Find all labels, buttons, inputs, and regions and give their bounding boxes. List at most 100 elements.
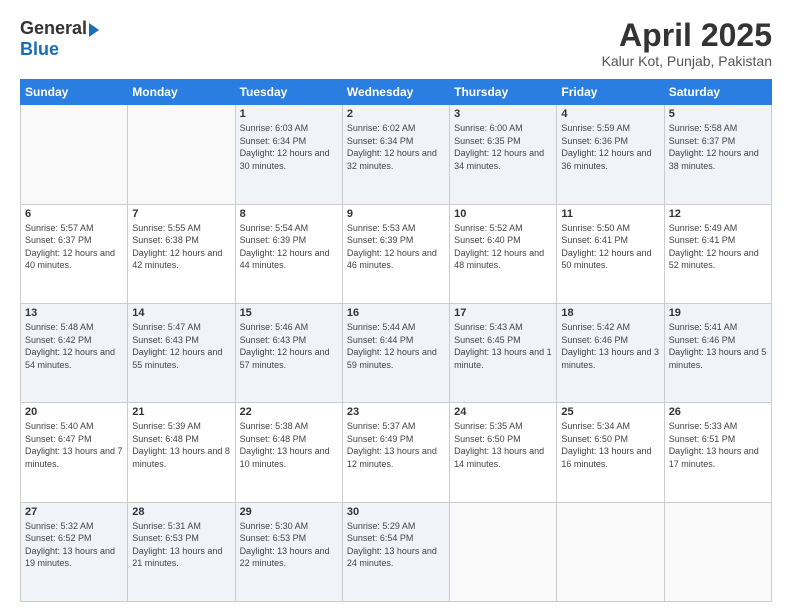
day-info: Sunrise: 5:35 AMSunset: 6:50 PMDaylight:… — [454, 420, 552, 470]
day-info: Sunrise: 5:48 AMSunset: 6:42 PMDaylight:… — [25, 321, 123, 371]
day-header-wednesday: Wednesday — [342, 80, 449, 105]
calendar-cell: 28Sunrise: 5:31 AMSunset: 6:53 PMDayligh… — [128, 502, 235, 601]
calendar-header-row: SundayMondayTuesdayWednesdayThursdayFrid… — [21, 80, 772, 105]
day-info: Sunrise: 5:49 AMSunset: 6:41 PMDaylight:… — [669, 222, 767, 272]
day-header-saturday: Saturday — [664, 80, 771, 105]
calendar-table: SundayMondayTuesdayWednesdayThursdayFrid… — [20, 79, 772, 602]
day-info: Sunrise: 6:03 AMSunset: 6:34 PMDaylight:… — [240, 122, 338, 172]
day-info: Sunrise: 5:57 AMSunset: 6:37 PMDaylight:… — [25, 222, 123, 272]
calendar-cell: 9Sunrise: 5:53 AMSunset: 6:39 PMDaylight… — [342, 204, 449, 303]
calendar-cell: 25 Sunrise: 5:34 AMSunset: 6:50 PMDayligh… — [557, 403, 664, 502]
calendar-cell — [21, 105, 128, 204]
day-info: Sunrise: 5:54 AMSunset: 6:39 PMDaylight:… — [240, 222, 338, 272]
day-info: Sunrise: 5:29 AMSunset: 6:54 PMDaylight:… — [347, 520, 445, 570]
calendar-cell: 29 Sunrise: 5:30 AMSunset: 6:53 PMDayligh… — [235, 502, 342, 601]
calendar-cell: 1 Sunrise: 6:03 AMSunset: 6:34 PMDaylight… — [235, 105, 342, 204]
calendar-cell: 14 Sunrise: 5:47 AMSunset: 6:43 PMDayligh… — [128, 303, 235, 402]
day-header-sunday: Sunday — [21, 80, 128, 105]
day-number: 19 — [669, 307, 767, 319]
calendar-cell: 26 Sunrise: 5:33 AMSunset: 6:51 PMDayligh… — [664, 403, 771, 502]
calendar-cell: 24Sunrise: 5:35 AMSunset: 6:50 PMDayligh… — [450, 403, 557, 502]
calendar-cell: 20Sunrise: 5:40 AMSunset: 6:47 PMDayligh… — [21, 403, 128, 502]
day-header-thursday: Thursday — [450, 80, 557, 105]
day-number: 3 — [454, 108, 552, 120]
day-number: 22 — [240, 406, 338, 418]
day-info: Sunrise: 5:44 AMSunset: 6:44 PMDaylight:… — [347, 321, 445, 371]
calendar-cell — [450, 502, 557, 601]
day-number: 17 — [454, 307, 552, 319]
day-info: Sunrise: 5:47 AMSunset: 6:43 PMDaylight:… — [132, 321, 230, 371]
calendar-cell: 15 Sunrise: 5:46 AMSunset: 6:43 PMDayligh… — [235, 303, 342, 402]
day-info: Sunrise: 6:00 AMSunset: 6:35 PMDaylight:… — [454, 122, 552, 172]
day-number: 4 — [561, 108, 659, 120]
calendar-cell: 6Sunrise: 5:57 AMSunset: 6:37 PMDaylight… — [21, 204, 128, 303]
day-number: 14 — [132, 307, 230, 319]
page: General Blue April 2025 Kalur Kot, Punja… — [0, 0, 792, 612]
calendar-cell — [664, 502, 771, 601]
day-number: 2 — [347, 108, 445, 120]
calendar-cell: 8 Sunrise: 5:54 AMSunset: 6:39 PMDaylight… — [235, 204, 342, 303]
calendar-cell: 22 Sunrise: 5:38 AMSunset: 6:48 PMDayligh… — [235, 403, 342, 502]
calendar-week-4: 20Sunrise: 5:40 AMSunset: 6:47 PMDayligh… — [21, 403, 772, 502]
day-number: 16 — [347, 307, 445, 319]
calendar-cell: 23 Sunrise: 5:37 AMSunset: 6:49 PMDayligh… — [342, 403, 449, 502]
month-title: April 2025 — [602, 18, 772, 53]
logo-arrow-icon — [89, 23, 99, 37]
calendar-week-1: 1 Sunrise: 6:03 AMSunset: 6:34 PMDaylight… — [21, 105, 772, 204]
day-info: Sunrise: 5:40 AMSunset: 6:47 PMDaylight:… — [25, 420, 123, 470]
logo-blue: Blue — [20, 39, 59, 60]
calendar-week-2: 6Sunrise: 5:57 AMSunset: 6:37 PMDaylight… — [21, 204, 772, 303]
calendar-cell: 3 Sunrise: 6:00 AMSunset: 6:35 PMDaylight… — [450, 105, 557, 204]
day-info: Sunrise: 5:31 AMSunset: 6:53 PMDaylight:… — [132, 520, 230, 570]
header: General Blue April 2025 Kalur Kot, Punja… — [20, 18, 772, 69]
logo-general: General — [20, 18, 87, 39]
day-info: Sunrise: 5:30 AMSunset: 6:53 PMDaylight:… — [240, 520, 338, 570]
header-right: April 2025 Kalur Kot, Punjab, Pakistan — [602, 18, 772, 69]
calendar-cell: 16 Sunrise: 5:44 AMSunset: 6:44 PMDayligh… — [342, 303, 449, 402]
calendar-cell: 19 Sunrise: 5:41 AMSunset: 6:46 PMDayligh… — [664, 303, 771, 402]
day-number: 21 — [132, 406, 230, 418]
day-info: Sunrise: 5:58 AMSunset: 6:37 PMDaylight:… — [669, 122, 767, 172]
day-number: 12 — [669, 208, 767, 220]
calendar-cell: 17 Sunrise: 5:43 AMSunset: 6:45 PMDayligh… — [450, 303, 557, 402]
day-info: Sunrise: 5:33 AMSunset: 6:51 PMDaylight:… — [669, 420, 767, 470]
day-number: 11 — [561, 208, 659, 220]
day-info: Sunrise: 5:43 AMSunset: 6:45 PMDaylight:… — [454, 321, 552, 371]
day-info: Sunrise: 5:59 AMSunset: 6:36 PMDaylight:… — [561, 122, 659, 172]
calendar-cell: 12 Sunrise: 5:49 AMSunset: 6:41 PMDayligh… — [664, 204, 771, 303]
day-info: Sunrise: 5:52 AMSunset: 6:40 PMDaylight:… — [454, 222, 552, 272]
day-header-friday: Friday — [557, 80, 664, 105]
day-number: 29 — [240, 506, 338, 518]
day-info: Sunrise: 5:39 AMSunset: 6:48 PMDaylight:… — [132, 420, 230, 470]
calendar-cell: 27 Sunrise: 5:32 AMSunset: 6:52 PMDayligh… — [21, 502, 128, 601]
day-number: 27 — [25, 506, 123, 518]
day-number: 30 — [347, 506, 445, 518]
calendar-cell: 7Sunrise: 5:55 AMSunset: 6:38 PMDaylight… — [128, 204, 235, 303]
day-number: 15 — [240, 307, 338, 319]
day-info: Sunrise: 5:46 AMSunset: 6:43 PMDaylight:… — [240, 321, 338, 371]
day-number: 23 — [347, 406, 445, 418]
day-number: 25 — [561, 406, 659, 418]
day-number: 13 — [25, 307, 123, 319]
day-number: 8 — [240, 208, 338, 220]
day-info: Sunrise: 5:34 AMSunset: 6:50 PMDaylight:… — [561, 420, 659, 470]
day-info: Sunrise: 5:37 AMSunset: 6:49 PMDaylight:… — [347, 420, 445, 470]
day-info: Sunrise: 5:38 AMSunset: 6:48 PMDaylight:… — [240, 420, 338, 470]
calendar-week-5: 27 Sunrise: 5:32 AMSunset: 6:52 PMDayligh… — [21, 502, 772, 601]
day-info: Sunrise: 5:55 AMSunset: 6:38 PMDaylight:… — [132, 222, 230, 272]
day-info: Sunrise: 5:50 AMSunset: 6:41 PMDaylight:… — [561, 222, 659, 272]
calendar-cell: 10Sunrise: 5:52 AMSunset: 6:40 PMDayligh… — [450, 204, 557, 303]
calendar-cell — [557, 502, 664, 601]
calendar-cell — [128, 105, 235, 204]
calendar-cell: 21 Sunrise: 5:39 AMSunset: 6:48 PMDayligh… — [128, 403, 235, 502]
day-number: 1 — [240, 108, 338, 120]
calendar-cell: 4 Sunrise: 5:59 AMSunset: 6:36 PMDaylight… — [557, 105, 664, 204]
logo: General Blue — [20, 18, 99, 60]
calendar-cell: 18Sunrise: 5:42 AMSunset: 6:46 PMDayligh… — [557, 303, 664, 402]
calendar-cell: 2Sunrise: 6:02 AMSunset: 6:34 PMDaylight… — [342, 105, 449, 204]
day-info: Sunrise: 5:32 AMSunset: 6:52 PMDaylight:… — [25, 520, 123, 570]
day-number: 26 — [669, 406, 767, 418]
calendar-cell: 13 Sunrise: 5:48 AMSunset: 6:42 PMDayligh… — [21, 303, 128, 402]
day-info: Sunrise: 5:41 AMSunset: 6:46 PMDaylight:… — [669, 321, 767, 371]
day-header-tuesday: Tuesday — [235, 80, 342, 105]
